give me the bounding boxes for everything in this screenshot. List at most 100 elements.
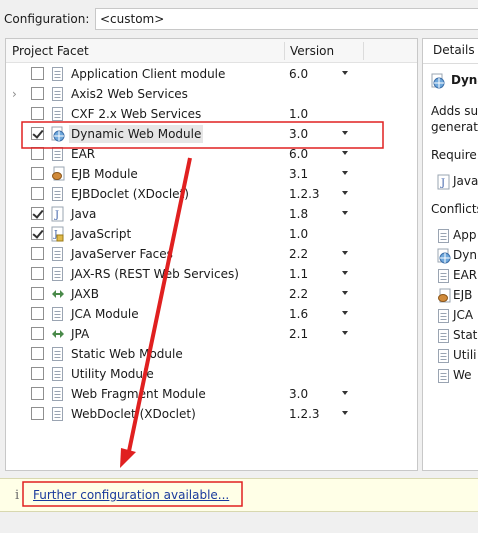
facet-checkbox[interactable]: [31, 307, 44, 320]
version-dropdown-arrow-icon[interactable]: [342, 251, 348, 255]
facet-row[interactable]: EJB Module 3.1: [6, 164, 417, 184]
facet-row[interactable]: Utility Module: [6, 364, 417, 384]
version-dropdown-arrow-icon[interactable]: [342, 311, 348, 315]
project-facets-table: Project Facet Version Application Client…: [5, 38, 418, 471]
facet-row[interactable]: Dynamic Web Module 3.0: [6, 124, 417, 144]
facet-row[interactable]: J JavaScript 1.0: [6, 224, 417, 244]
facet-version[interactable]: 6.0: [289, 65, 308, 83]
facet-version[interactable]: 2.1: [289, 325, 308, 343]
facet-name: JavaScript: [71, 227, 132, 241]
facet-version[interactable]: 1.2.3: [289, 185, 320, 203]
jaxb-icon: [51, 286, 65, 302]
facet-row[interactable]: CXF 2.x Web Services 1.0: [6, 104, 417, 124]
facet-name: Utility Module: [71, 367, 154, 381]
version-dropdown-arrow-icon[interactable]: [342, 291, 348, 295]
expand-chevron-icon[interactable]: ›: [12, 87, 22, 101]
facet-checkbox[interactable]: [31, 227, 44, 240]
facet-version[interactable]: 3.1: [289, 165, 308, 183]
tab-details[interactable]: Details: [423, 39, 478, 63]
version-dropdown-arrow-icon[interactable]: [342, 331, 348, 335]
facet-checkbox[interactable]: [31, 147, 44, 160]
facet-checkbox[interactable]: [31, 127, 44, 140]
facet-checkbox[interactable]: [31, 87, 44, 100]
facet-row[interactable]: WebDoclet (XDoclet) 1.2.3: [6, 404, 417, 424]
facet-name: Java: [71, 207, 97, 221]
facet-name: JCA Module: [71, 307, 139, 321]
facet-row[interactable]: JPA 2.1: [6, 324, 417, 344]
column-header-project-facet[interactable]: Project Facet: [12, 44, 89, 58]
version-dropdown-arrow-icon[interactable]: [342, 171, 348, 175]
facet-row[interactable]: JCA Module 1.6: [6, 304, 417, 324]
facet-row[interactable]: EAR 6.0: [6, 144, 417, 164]
version-dropdown-arrow-icon[interactable]: [342, 151, 348, 155]
facet-row[interactable]: JavaServer Faces 2.2: [6, 244, 417, 264]
facet-row[interactable]: JAXB 2.2: [6, 284, 417, 304]
version-dropdown-arrow-icon[interactable]: [342, 191, 348, 195]
table-header: Project Facet Version: [6, 39, 417, 63]
facet-row[interactable]: JAX-RS (REST Web Services) 1.1: [6, 264, 417, 284]
page-icon: [51, 386, 65, 402]
page-icon: [51, 66, 65, 82]
configuration-select[interactable]: <custom>: [95, 8, 478, 30]
facet-version[interactable]: 3.0: [289, 385, 308, 403]
facet-row[interactable]: Web Fragment Module 3.0: [6, 384, 417, 404]
facet-checkbox[interactable]: [31, 207, 44, 220]
facet-name: WebDoclet (XDoclet): [71, 407, 196, 421]
facet-list: Application Client module 6.0 › Axis2 Web S…: [6, 64, 417, 424]
facet-version[interactable]: 2.2: [289, 245, 308, 263]
conflicts-label: Conflicts: [431, 202, 478, 216]
page-icon: [437, 348, 449, 363]
facet-version[interactable]: 2.2: [289, 285, 308, 303]
facet-version[interactable]: 1.6: [289, 305, 308, 323]
page-icon: [437, 308, 449, 323]
facet-version: 1.0: [289, 227, 309, 241]
bean-icon: [51, 166, 65, 182]
details-item-label: Java: [453, 174, 478, 188]
facet-checkbox[interactable]: [31, 107, 44, 120]
facet-version: 1.0: [289, 107, 309, 121]
facet-checkbox[interactable]: [31, 367, 44, 380]
page-icon: [437, 268, 449, 283]
facet-checkbox[interactable]: [31, 407, 44, 420]
version-dropdown-arrow-icon[interactable]: [342, 71, 348, 75]
version-dropdown-arrow-icon[interactable]: [342, 271, 348, 275]
jpa-icon: [51, 326, 65, 342]
facet-version[interactable]: 1.2.3: [289, 405, 320, 423]
details-description-line: generat: [431, 120, 478, 134]
facet-checkbox[interactable]: [31, 187, 44, 200]
version-dropdown-arrow-icon[interactable]: [342, 411, 348, 415]
details-item-label: JCA: [453, 308, 474, 322]
facet-checkbox[interactable]: [31, 387, 44, 400]
facet-checkbox[interactable]: [31, 267, 44, 280]
facet-checkbox[interactable]: [31, 287, 44, 300]
facet-checkbox[interactable]: [31, 327, 44, 340]
page-icon: [437, 368, 449, 383]
facet-row[interactable]: EJBDoclet (XDoclet) 1.2.3: [6, 184, 417, 204]
details-item-label: Stat: [453, 328, 478, 342]
version-dropdown-arrow-icon[interactable]: [342, 211, 348, 215]
facet-name: Application Client module: [71, 67, 226, 81]
facet-version[interactable]: 6.0: [289, 145, 308, 163]
facet-checkbox[interactable]: [31, 247, 44, 260]
facet-row[interactable]: › Axis2 Web Services: [6, 84, 417, 104]
facet-checkbox[interactable]: [31, 167, 44, 180]
column-header-version[interactable]: Version: [290, 44, 334, 58]
facet-version[interactable]: 1.1: [289, 265, 308, 283]
facet-row[interactable]: Static Web Module: [6, 344, 417, 364]
facet-row[interactable]: Application Client module 6.0: [6, 64, 417, 84]
version-dropdown-arrow-icon[interactable]: [342, 131, 348, 135]
java-icon: J: [437, 174, 450, 190]
facet-version[interactable]: 3.0: [289, 125, 308, 143]
facet-name: EAR: [71, 147, 96, 161]
version-dropdown-arrow-icon[interactable]: [342, 391, 348, 395]
further-configuration-link[interactable]: Further configuration available...: [33, 488, 229, 502]
details-title: Dyna: [451, 73, 478, 87]
facet-checkbox[interactable]: [31, 67, 44, 80]
java-icon: J: [51, 206, 65, 222]
facet-version[interactable]: 1.8: [289, 205, 308, 223]
facet-row[interactable]: J Java 1.8: [6, 204, 417, 224]
facet-checkbox[interactable]: [31, 347, 44, 360]
page-icon: [51, 366, 65, 382]
javascript-icon: J: [51, 226, 65, 242]
facet-name: Dynamic Web Module: [69, 125, 204, 143]
